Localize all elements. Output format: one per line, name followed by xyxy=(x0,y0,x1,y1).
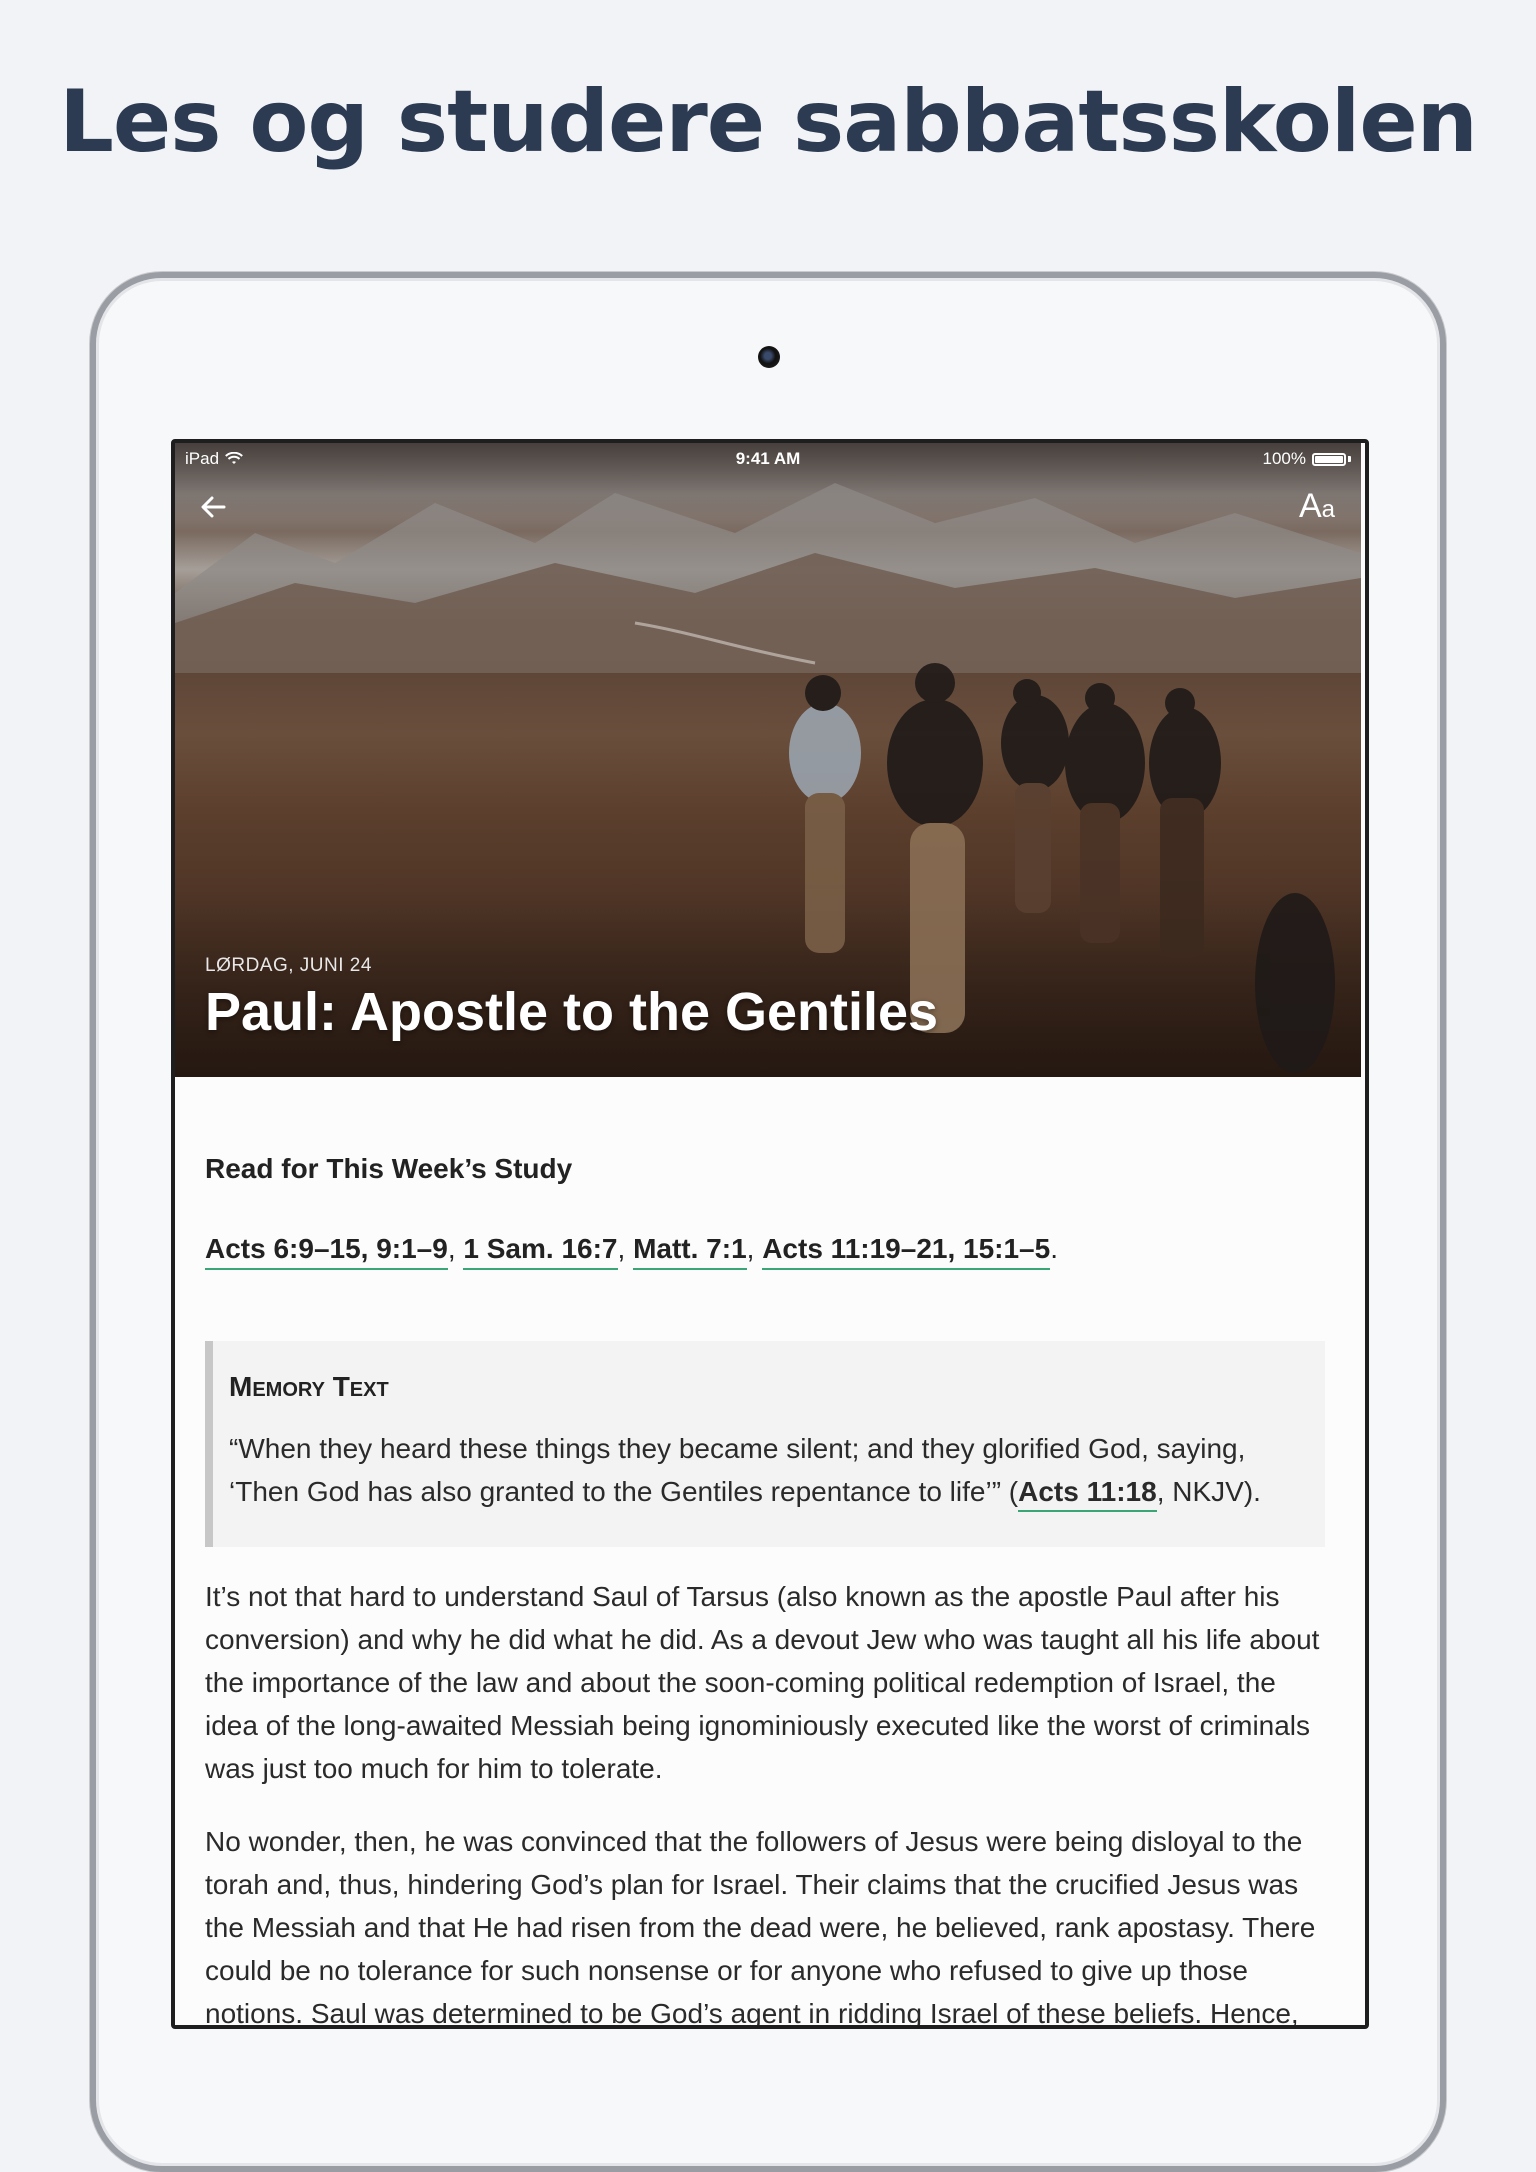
memory-text-quote: “When they heard these things they becam… xyxy=(229,1427,1309,1513)
back-button[interactable] xyxy=(193,487,233,527)
font-settings-small-a: a xyxy=(1321,496,1335,523)
reference-separator: , xyxy=(617,1233,634,1264)
promo-title: Les og studere sabbatsskolen xyxy=(59,72,1478,172)
bible-reference-link[interactable]: Acts 6:9–15, 9:1–9 xyxy=(205,1233,448,1270)
camera-icon xyxy=(758,346,780,368)
status-bar: iPad 9:41 AM 100% xyxy=(175,443,1361,473)
hero-image: iPad 9:41 AM 100% Aa LØRDAG, JUNI 24 Pau… xyxy=(175,443,1361,1077)
study-references: Acts 6:9–15, 9:1–9, 1 Sam. 16:7, Matt. 7… xyxy=(205,1233,1058,1270)
arrow-left-icon xyxy=(201,496,226,518)
app-screen: iPad 9:41 AM 100% Aa LØRDAG, JUNI 24 Pau… xyxy=(171,439,1369,2029)
battery-level xyxy=(1315,455,1343,463)
font-settings-big-a: A xyxy=(1298,487,1322,525)
memory-text-label: Memory Text xyxy=(229,1371,389,1402)
bible-reference-link[interactable]: Matt. 7:1 xyxy=(633,1233,747,1270)
reference-end: . xyxy=(1050,1233,1058,1264)
bible-reference-link[interactable]: Acts 11:19–21, 15:1–5 xyxy=(762,1233,1051,1270)
memory-text-block: Memory Text “When they heard these thing… xyxy=(205,1341,1325,1547)
lesson-date: LØRDAG, JUNI 24 xyxy=(205,955,372,976)
battery-tip xyxy=(1348,456,1351,462)
reference-separator: , xyxy=(746,1233,763,1264)
reference-separator: , xyxy=(447,1233,464,1264)
status-time: 9:41 AM xyxy=(735,449,801,468)
font-settings-button[interactable]: Aa xyxy=(1299,487,1335,527)
bible-reference-link[interactable]: 1 Sam. 16:7 xyxy=(463,1233,618,1270)
bible-reference-link[interactable]: Acts 11:18 xyxy=(1018,1476,1157,1512)
study-heading: Read for This Week’s Study xyxy=(205,1153,573,1184)
lesson-paragraph: No wonder, then, he was convinced that t… xyxy=(205,1826,1316,2029)
battery-percent: 100% xyxy=(1262,449,1306,468)
battery-icon xyxy=(1312,452,1346,466)
memory-quote-suffix: , NKJV). xyxy=(1156,1476,1261,1507)
lesson-paragraph: It’s not that hard to understand Saul of… xyxy=(205,1581,1320,1784)
lesson-title: Paul: Apostle to the Gentiles xyxy=(205,982,939,1042)
